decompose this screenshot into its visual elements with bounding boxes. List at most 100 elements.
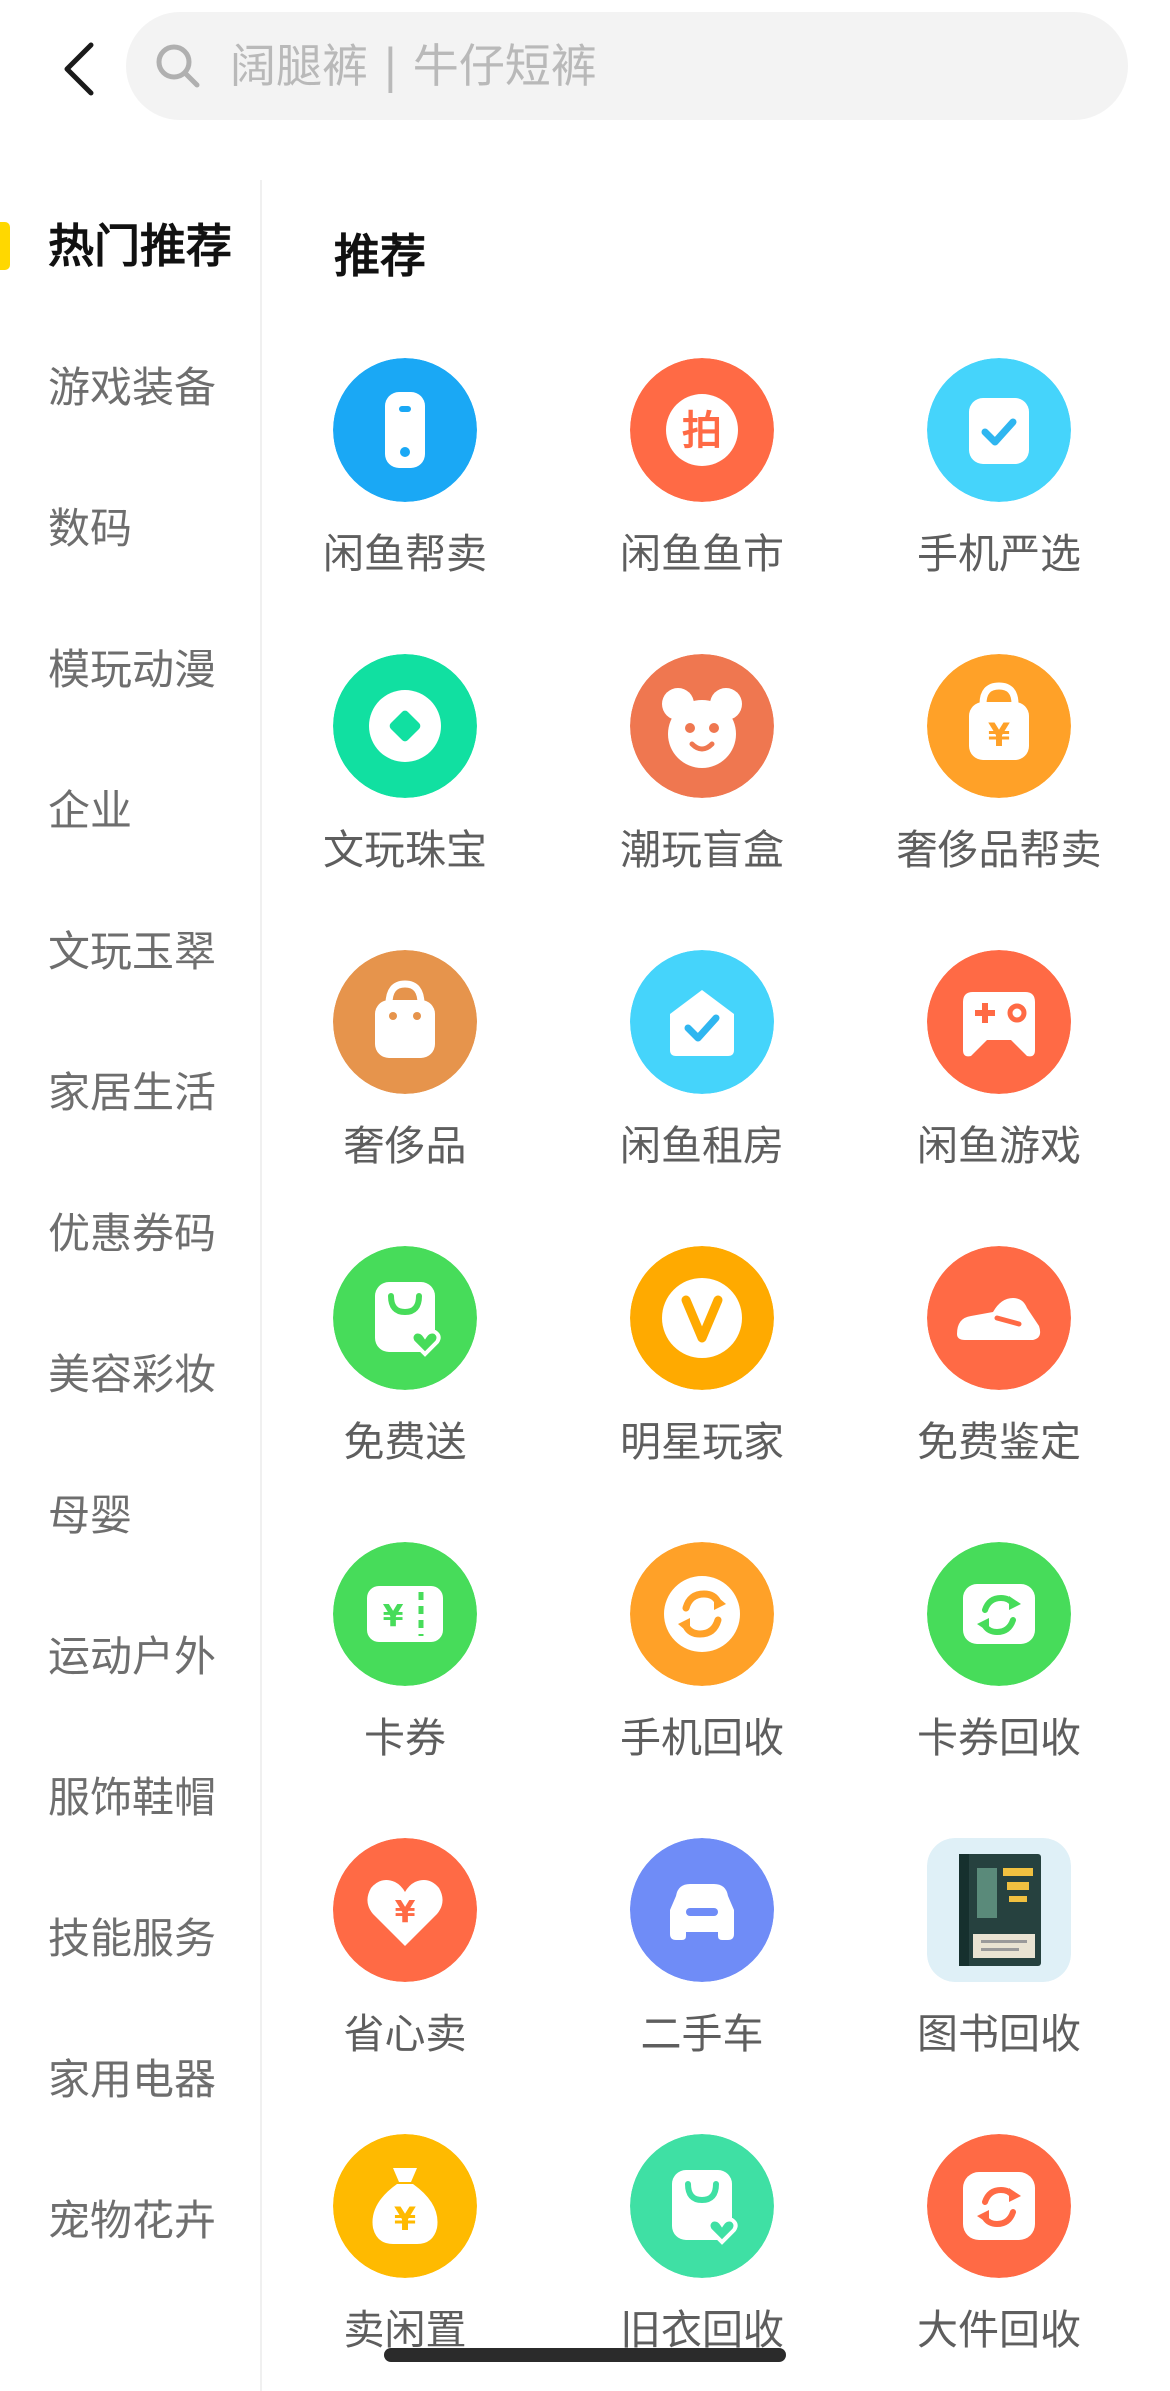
sidebar-item-models-anime[interactable]: 模玩动漫 (0, 620, 262, 720)
grid-item-label: 手机回收 (620, 1714, 784, 1762)
svg-text:¥: ¥ (383, 1599, 404, 1634)
search-icon (156, 44, 200, 88)
grid-item-free-appraisal[interactable]: 免费鉴定 (849, 1246, 1149, 1486)
grid-item-coupon-recycle[interactable]: 卡券回收 (849, 1542, 1149, 1782)
book-cover-icon (927, 1838, 1071, 1982)
sidebar-item-label: 美容彩妆 (48, 1350, 217, 1399)
car-icon (630, 1838, 774, 1982)
grid-item-easy-sell[interactable]: ¥ 省心卖 (255, 1838, 555, 2078)
grid-item-label: 免费送 (343, 1418, 467, 1466)
ticket-icon: ¥ (333, 1542, 477, 1686)
gamepad-icon (927, 950, 1071, 1094)
grid-item-sell-idle[interactable]: ¥ 卖闲置 (255, 2134, 555, 2374)
grid-item-label: 大件回收 (917, 2306, 1081, 2354)
bear-icon (630, 654, 774, 798)
grid-item-label: 图书回收 (917, 2010, 1081, 2058)
home-indicator[interactable] (384, 2348, 786, 2362)
recycle-card-icon (927, 1542, 1071, 1686)
top-bar: 阔腿裤 | 牛仔短裤 (0, 0, 1170, 140)
sidebar-item-coupons[interactable]: 优惠券码 (0, 1184, 262, 1284)
chevron-left-icon (64, 42, 94, 96)
back-button[interactable] (44, 24, 114, 114)
grid-item-clothes-recycle[interactable]: 旧衣回收 (552, 2134, 852, 2374)
gem-icon (333, 654, 477, 798)
grid-item-rent[interactable]: 闲鱼租房 (552, 950, 852, 1190)
sidebar-item-label: 家居生活 (48, 1068, 217, 1117)
sidebar-item-pets-plants[interactable]: 宠物花卉 (0, 2171, 262, 2271)
grid-item-label: 旧衣回收 (620, 2306, 784, 2354)
grid-item-free-give[interactable]: 免费送 (255, 1246, 555, 1486)
grid-item-label: 卡券回收 (917, 1714, 1081, 1762)
house-icon (630, 950, 774, 1094)
sidebar-item-outdoor[interactable]: 运动户外 (0, 1607, 262, 1707)
search-placeholder: 阔腿裤 | 牛仔短裤 (230, 39, 597, 93)
sidebar-item-label: 母婴 (48, 1491, 133, 1540)
grid-item-label: 闲鱼租房 (620, 1122, 784, 1170)
bag-icon (333, 950, 477, 1094)
grid-item-label: 二手车 (640, 2010, 764, 2058)
check-card-icon (927, 358, 1071, 502)
sidebar-item-digital[interactable]: 数码 (0, 479, 262, 579)
sidebar-item-home-living[interactable]: 家居生活 (0, 1043, 262, 1143)
section-title: 推荐 (334, 229, 426, 283)
clothes-bag-icon (630, 2134, 774, 2278)
sidebar-item-label: 热门推荐 (48, 219, 232, 273)
grid-item-phone-select[interactable]: 手机严选 (849, 358, 1149, 598)
sidebar-item-enterprise[interactable]: 企业 (0, 761, 262, 861)
grid-item-used-car[interactable]: 二手车 (552, 1838, 852, 2078)
category-page: 阔腿裤 | 牛仔短裤 热门推荐 游戏装备 数码 模玩动漫 企业 文玩玉翠 家居生… (0, 0, 1170, 2391)
grid-item-star-player[interactable]: 明星玩家 (552, 1246, 852, 1486)
sidebar-item-label: 运动户外 (48, 1632, 217, 1681)
svg-text:¥: ¥ (395, 1895, 416, 1930)
category-sidebar: 热门推荐 游戏装备 数码 模玩动漫 企业 文玩玉翠 家居生活 优惠券码 美容彩妆… (0, 180, 262, 2391)
search-input[interactable]: 阔腿裤 | 牛仔短裤 (126, 12, 1128, 120)
svg-text:¥: ¥ (394, 2200, 416, 2238)
grid-item-luxury-bangmai[interactable]: ¥ 奢侈品帮卖 (849, 654, 1149, 894)
auction-icon: 拍 (630, 358, 774, 502)
grid-item-label: 闲鱼鱼市 (620, 530, 784, 578)
v-badge-icon (630, 1246, 774, 1390)
grid-item-coupon[interactable]: ¥ 卡券 (255, 1542, 555, 1782)
big-recycle-icon (927, 2134, 1071, 2278)
sidebar-item-game-gear[interactable]: 游戏装备 (0, 338, 262, 438)
money-bag-icon: ¥ (333, 2134, 477, 2278)
sidebar-item-skills[interactable]: 技能服务 (0, 1889, 262, 1989)
recycle-icon (630, 1542, 774, 1686)
grid-item-xianyu-yushi[interactable]: 拍 闲鱼鱼市 (552, 358, 852, 598)
sidebar-item-apparel[interactable]: 服饰鞋帽 (0, 1748, 262, 1848)
sidebar-item-label: 数码 (48, 504, 133, 553)
active-indicator (0, 222, 10, 270)
grid-item-jewelry[interactable]: 文玩珠宝 (255, 654, 555, 894)
grid-item-label: 潮玩盲盒 (620, 826, 784, 874)
sidebar-item-label: 文玩玉翠 (48, 927, 217, 976)
grid-item-xianyu-bangmai[interactable]: 闲鱼帮卖 (255, 358, 555, 598)
sidebar-item-baby[interactable]: 母婴 (0, 1466, 262, 1566)
sidebar-item-label: 企业 (48, 786, 133, 835)
grid-item-blind-box[interactable]: 潮玩盲盒 (552, 654, 852, 894)
grid-item-label: 免费鉴定 (917, 1418, 1081, 1466)
grid-item-luxury[interactable]: 奢侈品 (255, 950, 555, 1190)
sidebar-item-label: 游戏装备 (48, 363, 217, 412)
sidebar-item-beauty[interactable]: 美容彩妆 (0, 1325, 262, 1425)
grid-item-label: 闲鱼帮卖 (323, 530, 487, 578)
svg-text:¥: ¥ (988, 716, 1010, 754)
heart-yen-icon: ¥ (333, 1838, 477, 1982)
grid-item-label: 省心卖 (343, 2010, 467, 2058)
sidebar-item-label: 宠物花卉 (48, 2196, 217, 2245)
sidebar-item-appliances[interactable]: 家用电器 (0, 2030, 262, 2130)
grid-item-games[interactable]: 闲鱼游戏 (849, 950, 1149, 1190)
yen-bag-icon: ¥ (927, 654, 1071, 798)
sidebar-item-jade[interactable]: 文玩玉翠 (0, 902, 262, 1002)
grid-item-label: 奢侈品 (343, 1122, 467, 1170)
grid-item-label: 闲鱼游戏 (917, 1122, 1081, 1170)
grid-item-label: 卡券 (364, 1714, 446, 1762)
phone-icon (333, 358, 477, 502)
grid-item-phone-recycle[interactable]: 手机回收 (552, 1542, 852, 1782)
sidebar-item-hot[interactable]: 热门推荐 (0, 196, 262, 296)
grid-item-bulky-recycle[interactable]: 大件回收 (849, 2134, 1149, 2374)
grid-item-book-recycle[interactable]: 图书回收 (849, 1838, 1149, 2078)
sneaker-icon (927, 1246, 1071, 1390)
sidebar-item-label: 服饰鞋帽 (48, 1773, 217, 1822)
sidebar-item-label: 家用电器 (48, 2055, 217, 2104)
grid-item-label: 奢侈品帮卖 (896, 826, 1102, 874)
